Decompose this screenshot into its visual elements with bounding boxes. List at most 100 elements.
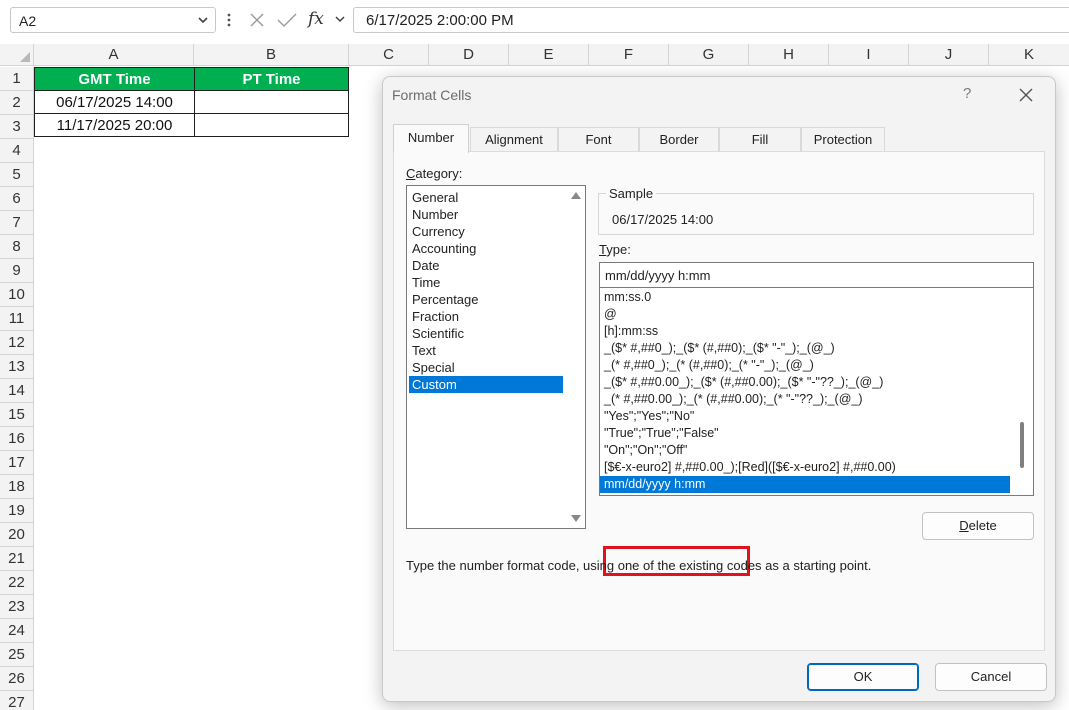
tab-font[interactable]: Font (558, 127, 639, 152)
row-header[interactable]: 24 (0, 619, 34, 643)
chevron-down-icon[interactable] (197, 12, 209, 28)
ok-button[interactable]: OK (807, 663, 919, 691)
category-item-special[interactable]: Special (409, 359, 563, 376)
category-scrollbar[interactable] (567, 186, 585, 528)
column-header-b[interactable]: B (194, 44, 349, 66)
insert-function-button[interactable]: fx (306, 7, 350, 33)
cell-b2[interactable] (194, 90, 349, 114)
delete-button[interactable]: Delete (922, 512, 1034, 540)
cell-a2[interactable]: 06/17/2025 14:00 (34, 90, 195, 114)
scroll-down-icon[interactable] (571, 515, 581, 522)
format-code-list[interactable]: mm:ss.0 @ [h]:mm:ss _($* #,##0_);_($* (#… (599, 288, 1034, 496)
cell-b1[interactable]: PT Time (194, 67, 349, 91)
chevron-down-icon[interactable] (334, 15, 346, 25)
formula-value: 6/17/2025 2:00:00 PM (366, 12, 514, 29)
format-code-item[interactable]: _(* #,##0.00_);_(* (#,##0.00);_(* "-"??_… (600, 391, 1010, 408)
row-header[interactable]: 8 (0, 235, 34, 259)
category-item-custom[interactable]: Custom (409, 376, 563, 393)
column-header-d[interactable]: D (429, 44, 509, 66)
row-header[interactable]: 1 (0, 67, 34, 91)
formula-input[interactable]: 6/17/2025 2:00:00 PM (353, 7, 1069, 33)
scroll-up-icon[interactable] (571, 192, 581, 199)
column-header-a[interactable]: A (34, 44, 194, 66)
row-header[interactable]: 4 (0, 139, 34, 163)
close-icon[interactable] (248, 10, 266, 30)
row-header[interactable]: 25 (0, 643, 34, 667)
format-code-item[interactable]: @ (600, 306, 1010, 323)
format-code-item[interactable]: [h]:mm:ss (600, 323, 1010, 340)
name-box-value: A2 (19, 13, 37, 29)
format-code-item[interactable]: mm:ss.0 (600, 289, 1010, 306)
more-options-icon[interactable] (226, 10, 232, 30)
column-header-f[interactable]: F (589, 44, 669, 66)
category-item-accounting[interactable]: Accounting (409, 240, 563, 257)
category-item-time[interactable]: Time (409, 274, 563, 291)
tab-protection[interactable]: Protection (801, 127, 885, 152)
category-item-fraction[interactable]: Fraction (409, 308, 563, 325)
column-header-k[interactable]: K (989, 44, 1069, 66)
row-header[interactable]: 15 (0, 403, 34, 427)
format-code-item[interactable]: "Yes";"Yes";"No" (600, 408, 1010, 425)
tab-number[interactable]: Number (393, 124, 469, 153)
row-header[interactable]: 27 (0, 691, 34, 710)
category-item-percentage[interactable]: Percentage (409, 291, 563, 308)
row-header[interactable]: 13 (0, 355, 34, 379)
type-input[interactable]: mm/dd/yyyy h:mm (599, 262, 1034, 288)
column-header-j[interactable]: J (909, 44, 989, 66)
category-label: Category: (406, 166, 463, 181)
format-code-item[interactable]: _($* #,##0_);_($* (#,##0);_($* "-"_);_(@… (600, 340, 1010, 357)
format-cells-dialog: Format Cells ? Number Alignment Font Bor… (382, 76, 1056, 702)
close-icon[interactable] (1017, 86, 1035, 104)
row-header[interactable]: 5 (0, 163, 34, 187)
format-code-item[interactable]: "True";"True";"False" (600, 425, 1010, 442)
category-item-text[interactable]: Text (409, 342, 563, 359)
cell-a1[interactable]: GMT Time (34, 67, 195, 91)
tab-border[interactable]: Border (639, 127, 719, 152)
column-header-c[interactable]: C (349, 44, 429, 66)
row-header[interactable]: 14 (0, 379, 34, 403)
tab-fill[interactable]: Fill (719, 127, 801, 152)
column-header-i[interactable]: I (829, 44, 909, 66)
row-header[interactable]: 3 (0, 115, 34, 139)
row-header[interactable]: 9 (0, 259, 34, 283)
row-header[interactable]: 26 (0, 667, 34, 691)
checkmark-icon[interactable] (276, 10, 298, 30)
category-item-number[interactable]: Number (409, 206, 563, 223)
cell-b3[interactable] (194, 113, 349, 137)
row-header[interactable]: 17 (0, 451, 34, 475)
format-code-item[interactable]: _($* #,##0.00_);_($* (#,##0.00);_($* "-"… (600, 374, 1010, 391)
select-all-button[interactable] (0, 44, 34, 66)
category-list[interactable]: General Number Currency Accounting Date … (406, 185, 586, 529)
sample-value: 06/17/2025 14:00 (612, 212, 714, 227)
category-item-date[interactable]: Date (409, 257, 563, 274)
row-header[interactable]: 16 (0, 427, 34, 451)
column-header-h[interactable]: H (749, 44, 829, 66)
format-code-item-selected[interactable]: mm/dd/yyyy h:mm (600, 476, 1010, 493)
tab-alignment[interactable]: Alignment (470, 127, 558, 152)
row-header[interactable]: 22 (0, 571, 34, 595)
category-item-currency[interactable]: Currency (409, 223, 563, 240)
row-header[interactable]: 6 (0, 187, 34, 211)
column-header-g[interactable]: G (669, 44, 749, 66)
category-item-general[interactable]: General (409, 189, 563, 206)
name-box[interactable]: A2 (10, 7, 216, 33)
row-header[interactable]: 7 (0, 211, 34, 235)
cell-a3[interactable]: 11/17/2025 20:00 (34, 113, 195, 137)
format-code-item[interactable]: _(* #,##0_);_(* (#,##0);_(* "-"_);_(@_) (600, 357, 1010, 374)
help-icon[interactable]: ? (963, 85, 971, 102)
row-header[interactable]: 11 (0, 307, 34, 331)
format-code-scrollbar-thumb[interactable] (1020, 422, 1024, 468)
row-header[interactable]: 19 (0, 499, 34, 523)
category-item-scientific[interactable]: Scientific (409, 325, 563, 342)
row-header[interactable]: 21 (0, 547, 34, 571)
format-code-item[interactable]: "On";"On";"Off" (600, 442, 1010, 459)
format-code-item[interactable]: [$€-x-euro2] #,##0.00_);[Red]([$€-x-euro… (600, 459, 1010, 476)
row-header[interactable]: 18 (0, 475, 34, 499)
column-header-e[interactable]: E (509, 44, 589, 66)
row-header[interactable]: 2 (0, 91, 34, 115)
row-header[interactable]: 20 (0, 523, 34, 547)
row-header[interactable]: 12 (0, 331, 34, 355)
row-header[interactable]: 23 (0, 595, 34, 619)
cancel-button[interactable]: Cancel (935, 663, 1047, 691)
row-header[interactable]: 10 (0, 283, 34, 307)
